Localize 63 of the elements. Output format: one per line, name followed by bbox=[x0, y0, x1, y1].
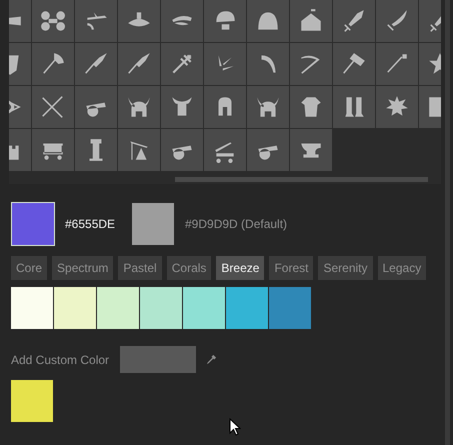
icon-tile[interactable] bbox=[204, 86, 246, 128]
crossed-swords-icon bbox=[40, 94, 66, 120]
palette-tab[interactable]: Corals bbox=[166, 256, 212, 280]
color-swatch[interactable] bbox=[226, 287, 268, 329]
icon-tile[interactable] bbox=[118, 86, 160, 128]
icon-tile[interactable] bbox=[32, 0, 74, 42]
palette-tab[interactable]: Breeze bbox=[216, 256, 264, 280]
palette-tab[interactable]: Core bbox=[11, 256, 48, 280]
icon-tile[interactable] bbox=[333, 86, 375, 128]
color-swatch[interactable] bbox=[140, 287, 182, 329]
icon-tile[interactable] bbox=[204, 43, 246, 85]
color-swatch[interactable] bbox=[97, 287, 139, 329]
spear-icon bbox=[83, 51, 109, 77]
icon-tile[interactable] bbox=[75, 86, 117, 128]
palette-tab[interactable]: Legacy bbox=[378, 256, 426, 280]
icon-tile[interactable] bbox=[290, 43, 332, 85]
color-swatch[interactable] bbox=[269, 287, 311, 329]
current-color-swatch[interactable] bbox=[11, 202, 55, 246]
icon-tile[interactable] bbox=[247, 43, 289, 85]
hammer-icon bbox=[341, 51, 367, 77]
palette-tab[interactable]: Pastel bbox=[118, 256, 162, 280]
icon-tile[interactable] bbox=[161, 0, 203, 42]
custom-color-swatch[interactable] bbox=[11, 380, 53, 422]
icon-tile[interactable] bbox=[118, 0, 160, 42]
color-swatch[interactable] bbox=[54, 287, 96, 329]
icon-tile[interactable] bbox=[333, 0, 375, 42]
icon-tile[interactable] bbox=[75, 0, 117, 42]
icon-tile[interactable] bbox=[32, 43, 74, 85]
icon-tile[interactable] bbox=[247, 129, 289, 171]
scrollbar-thumb[interactable] bbox=[175, 177, 428, 182]
icon-tile[interactable] bbox=[247, 86, 289, 128]
icon-tile[interactable] bbox=[290, 129, 332, 171]
icon-tile[interactable] bbox=[32, 86, 74, 128]
icon-tile[interactable] bbox=[118, 43, 160, 85]
icon-tile[interactable] bbox=[75, 129, 117, 171]
icon-tile[interactable] bbox=[161, 129, 203, 171]
palette-tab[interactable]: Serenity bbox=[318, 256, 372, 280]
icon-tile[interactable] bbox=[75, 43, 117, 85]
spear-icon bbox=[126, 51, 152, 77]
default-color-label: #9D9D9D (Default) bbox=[185, 217, 288, 231]
palette-tab[interactable]: Forest bbox=[269, 256, 314, 280]
icon-tile[interactable] bbox=[161, 86, 203, 128]
default-color-swatch[interactable] bbox=[132, 203, 174, 245]
palette-tab[interactable]: Spectrum bbox=[52, 256, 114, 280]
custom-color-label: Add Custom Color bbox=[11, 352, 110, 366]
color-swatch[interactable] bbox=[11, 287, 53, 329]
mouse-cursor-icon bbox=[229, 418, 241, 436]
icon-tile[interactable] bbox=[290, 86, 332, 128]
icon-tile[interactable] bbox=[247, 0, 289, 42]
color-value: #6555DE bbox=[65, 217, 116, 231]
icon-tile[interactable] bbox=[204, 0, 246, 42]
icon-tile[interactable] bbox=[376, 86, 418, 128]
custom-color-field[interactable] bbox=[120, 346, 196, 373]
icon-tile[interactable] bbox=[290, 0, 332, 42]
icon-tile[interactable] bbox=[204, 129, 246, 171]
icon-tile[interactable] bbox=[118, 129, 160, 171]
icon-tile[interactable] bbox=[376, 43, 418, 85]
icon-tile[interactable] bbox=[376, 0, 418, 42]
eyedropper-icon[interactable] bbox=[206, 354, 218, 365]
icon-tile[interactable] bbox=[32, 129, 74, 171]
icon-tile[interactable] bbox=[161, 43, 203, 85]
color-swatch[interactable] bbox=[183, 287, 225, 329]
icon-tile[interactable] bbox=[333, 43, 375, 85]
